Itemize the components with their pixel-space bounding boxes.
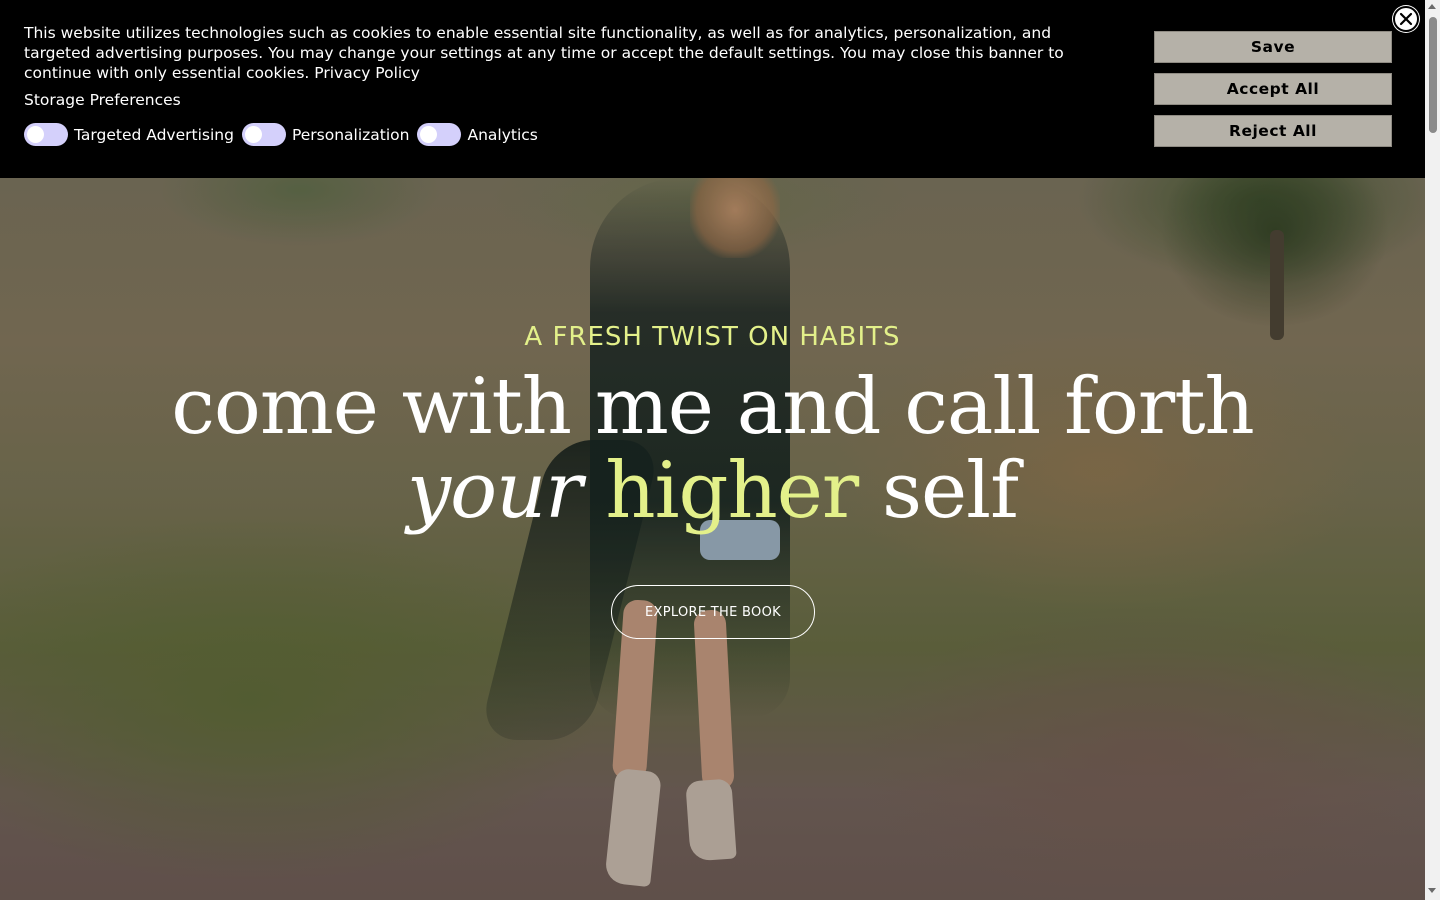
- cookie-banner-message: This website utilizes technologies such …: [24, 23, 1114, 83]
- close-icon: [1399, 12, 1413, 26]
- toggle-knob: [27, 126, 44, 143]
- privacy-policy-link[interactable]: Privacy Policy: [314, 64, 420, 82]
- toggle-knob: [420, 126, 438, 143]
- analytics-toggle[interactable]: [417, 123, 462, 146]
- scroll-down-arrow-icon[interactable]: [1428, 888, 1436, 893]
- toggle-personalization: Personalization: [241, 123, 410, 146]
- headline-word-your: your: [407, 446, 583, 536]
- scrollbar-thumb[interactable]: [1429, 17, 1437, 133]
- hero-headline-line2: your higher self: [0, 446, 1425, 536]
- cookie-banner: This website utilizes technologies such …: [0, 0, 1425, 178]
- toggle-targeted-advertising: Targeted Advertising: [24, 123, 234, 146]
- toggle-label: Analytics: [467, 125, 538, 144]
- scroll-up-arrow-icon[interactable]: [1428, 4, 1436, 9]
- toggle-label: Personalization: [291, 125, 410, 144]
- accept-all-button[interactable]: Accept All: [1154, 73, 1392, 105]
- close-banner-button[interactable]: [1393, 6, 1419, 32]
- hero-headline-line1: come with me and call forth: [171, 362, 1255, 452]
- page-scrollbar[interactable]: [1425, 0, 1440, 900]
- headline-word-self: self: [881, 446, 1019, 536]
- toggle-knob: [244, 126, 262, 143]
- personalization-toggle[interactable]: [241, 123, 286, 146]
- toggle-label: Targeted Advertising: [74, 125, 234, 144]
- explore-book-button[interactable]: EXPLORE THE BOOK: [611, 585, 815, 639]
- cookie-message-text: This website utilizes technologies such …: [24, 24, 1064, 82]
- hero-eyebrow: A FRESH TWIST ON HABITS: [524, 322, 901, 352]
- toggle-analytics: Analytics: [417, 123, 538, 146]
- reject-all-button[interactable]: Reject All: [1154, 115, 1392, 147]
- storage-toggles: Targeted Advertising Personalization Ana…: [24, 123, 546, 146]
- save-button[interactable]: Save: [1154, 31, 1392, 63]
- targeted-advertising-toggle[interactable]: [24, 123, 68, 146]
- storage-preferences-title: Storage Preferences: [24, 91, 181, 109]
- headline-word-higher: higher: [605, 446, 859, 536]
